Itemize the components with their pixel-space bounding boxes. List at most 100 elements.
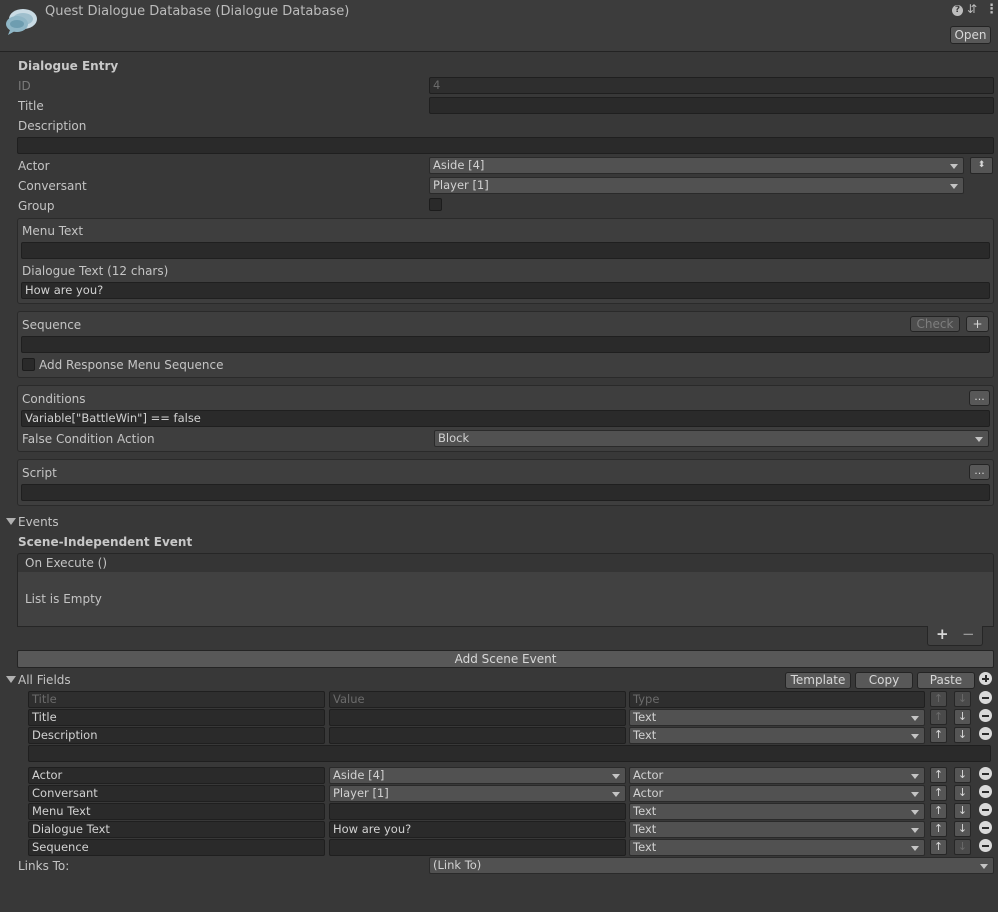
field-title-cell[interactable]: Actor [28, 767, 325, 784]
remove-field-icon[interactable] [979, 821, 992, 834]
field-title-cell[interactable]: Sequence [28, 839, 325, 856]
remove-field-icon[interactable] [979, 709, 992, 722]
conditions-box: Conditions ... Variable["BattleWin"] == … [17, 385, 994, 452]
field-value-cell[interactable] [329, 727, 626, 744]
remove-field-icon[interactable] [979, 803, 992, 816]
list-remove-button[interactable]: − [962, 625, 975, 643]
false-condition-action-value: Block [438, 431, 470, 445]
add-field-icon[interactable] [979, 672, 992, 685]
on-execute-header: On Execute () [17, 553, 994, 573]
dialogue-text-field[interactable]: How are you? [21, 282, 990, 299]
remove-field-icon[interactable] [979, 839, 992, 852]
move-up-button[interactable]: ↑ [930, 821, 947, 837]
add-scene-event-button[interactable]: Add Scene Event [17, 650, 994, 668]
field-type-dropdown[interactable]: Actor [629, 767, 925, 784]
sequence-box: Sequence Check + Add Response Menu Seque… [17, 311, 994, 378]
move-down-button[interactable]: ↓ [954, 727, 971, 743]
events-label[interactable]: Events [18, 515, 59, 529]
open-button[interactable]: Open [950, 26, 991, 44]
chevron-down-icon [911, 774, 919, 779]
chevron-down-icon [911, 734, 919, 739]
move-down-button[interactable]: ↓ [954, 767, 971, 783]
check-button[interactable]: Check [910, 316, 960, 332]
add-response-sequence-checkbox[interactable] [22, 358, 35, 371]
more-options-icon[interactable]: ⋮ [985, 2, 998, 17]
field-value-dropdown[interactable]: Aside [4] [329, 767, 626, 784]
all-fields-label[interactable]: All Fields [18, 673, 71, 687]
conditions-label: Conditions [22, 392, 86, 406]
field-type-value: Actor [633, 768, 664, 782]
move-down-button[interactable]: ↓ [954, 709, 971, 725]
field-type-dropdown[interactable]: Actor [629, 785, 925, 802]
menu-text-field[interactable] [21, 242, 990, 259]
chevron-down-icon [911, 792, 919, 797]
actor-swap-button[interactable]: ⬍ [970, 157, 993, 174]
sequence-add-button[interactable]: + [966, 316, 989, 332]
conditions-wizard-button[interactable]: ... [969, 390, 990, 406]
help-icon[interactable]: ? [952, 5, 963, 16]
field-value-cell[interactable] [329, 709, 626, 726]
actor-dropdown[interactable]: Aside [4] [429, 157, 964, 174]
move-up-button[interactable]: ↑ [930, 785, 947, 801]
chevron-down-icon [975, 437, 983, 442]
template-button[interactable]: Template [785, 672, 851, 689]
chevron-down-icon [911, 810, 919, 815]
move-up-button[interactable]: ↑ [930, 727, 947, 743]
field-title-cell[interactable]: Conversant [28, 785, 325, 802]
script-wizard-button[interactable]: ... [969, 464, 990, 480]
move-down-button[interactable]: ↓ [954, 803, 971, 819]
copy-button[interactable]: Copy [855, 672, 913, 689]
remove-field-icon[interactable] [979, 691, 992, 704]
links-to-dropdown[interactable]: (Link To) [429, 857, 994, 874]
field-title-cell[interactable]: Dialogue Text [28, 821, 325, 838]
remove-field-icon[interactable] [979, 767, 992, 780]
group-checkbox[interactable] [429, 198, 442, 211]
move-up-button[interactable]: ↑ [930, 803, 947, 819]
move-up-button[interactable]: ↑ [930, 839, 947, 855]
column-header-value: Value [329, 691, 626, 708]
field-type-dropdown[interactable]: Text [629, 727, 925, 744]
field-type-value: Text [633, 822, 657, 836]
presets-icon[interactable]: ⇵ [967, 2, 977, 16]
field-type-dropdown[interactable]: Text [629, 821, 925, 838]
conditions-field[interactable]: Variable["BattleWin"] == false [21, 410, 990, 427]
remove-field-icon[interactable] [979, 785, 992, 798]
move-down-button[interactable]: ↓ [954, 785, 971, 801]
move-up-button[interactable]: ↑ [930, 767, 947, 783]
conversant-label: Conversant [18, 179, 87, 193]
field-value-cell[interactable] [329, 839, 626, 856]
script-field[interactable] [21, 484, 990, 501]
field-type-value: Text [633, 728, 657, 742]
chevron-down-icon [612, 774, 620, 779]
links-to-label: Links To: [18, 859, 70, 873]
field-title-cell[interactable]: Description [28, 727, 325, 744]
dialogue-text-label: Dialogue Text (12 chars) [22, 264, 169, 278]
field-title-cell[interactable]: Title [28, 709, 325, 726]
field-value-cell[interactable] [329, 803, 626, 820]
field-value-cell[interactable]: How are you? [329, 821, 626, 838]
move-up-button: ↑ [930, 691, 947, 707]
description-value-area[interactable] [28, 745, 991, 762]
events-foldout-icon[interactable] [6, 518, 16, 525]
field-type-dropdown[interactable]: Text [629, 709, 925, 726]
false-condition-action-dropdown[interactable]: Block [434, 430, 989, 447]
sequence-field[interactable] [21, 336, 990, 353]
field-value-text: Aside [4] [333, 768, 385, 782]
field-type-dropdown[interactable]: Text [629, 803, 925, 820]
list-add-button[interactable]: + [936, 625, 949, 643]
script-box: Script ... [17, 459, 994, 506]
conversant-dropdown-value: Player [1] [433, 178, 489, 192]
field-title-cell[interactable]: Menu Text [28, 803, 325, 820]
conversant-dropdown[interactable]: Player [1] [429, 177, 964, 194]
description-field[interactable] [17, 137, 994, 154]
chevron-down-icon [612, 792, 620, 797]
title-field[interactable] [429, 97, 994, 114]
all-fields-foldout-icon[interactable] [6, 676, 16, 683]
field-value-dropdown[interactable]: Player [1] [329, 785, 626, 802]
paste-button[interactable]: Paste [917, 672, 975, 689]
move-down-button[interactable]: ↓ [954, 821, 971, 837]
remove-field-icon[interactable] [979, 727, 992, 740]
field-type-dropdown[interactable]: Text [629, 839, 925, 856]
description-label: Description [18, 119, 87, 133]
chevron-down-icon [950, 164, 958, 169]
